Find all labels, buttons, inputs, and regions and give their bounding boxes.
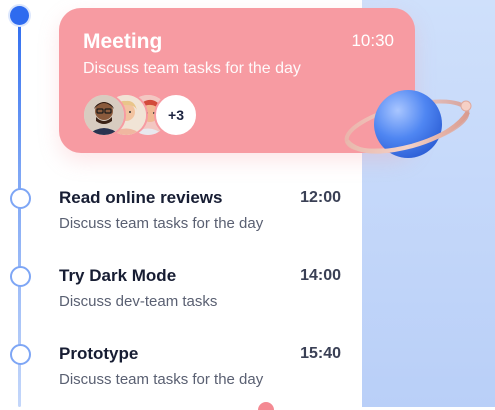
meeting-time: 10:30 [351, 31, 394, 50]
task-time: 15:40 [300, 345, 341, 362]
planet-icon [344, 90, 472, 158]
schedule-panel: Meeting 10:30 Discuss team tasks for the… [0, 0, 415, 410]
task-time: 12:00 [300, 189, 341, 206]
task-description: Discuss dev-team tasks [59, 293, 218, 310]
task-time: 14:00 [300, 267, 341, 284]
avatar[interactable] [82, 93, 126, 137]
task-item[interactable]: Try Dark Mode 14:00 Discuss dev-team tas… [59, 266, 341, 326]
task-title: Try Dark Mode [59, 266, 177, 285]
task-description: Discuss team tasks for the day [59, 371, 264, 388]
task-title: Prototype [59, 344, 139, 363]
timeline-dot [10, 344, 31, 365]
timeline-dot-active [10, 6, 29, 25]
task-item[interactable]: Prototype 15:40 Discuss team tasks for t… [59, 344, 341, 404]
timeline-dot [10, 266, 31, 287]
task-description: Discuss team tasks for the day [59, 215, 264, 232]
more-participants-badge[interactable]: +3 [154, 93, 198, 137]
task-item[interactable]: Read online reviews 12:00 Discuss team t… [59, 188, 341, 248]
task-title: Read online reviews [59, 188, 223, 207]
timeline-dot [10, 188, 31, 209]
meeting-title: Meeting [83, 30, 163, 53]
meeting-description: Discuss team tasks for the day [83, 60, 301, 77]
